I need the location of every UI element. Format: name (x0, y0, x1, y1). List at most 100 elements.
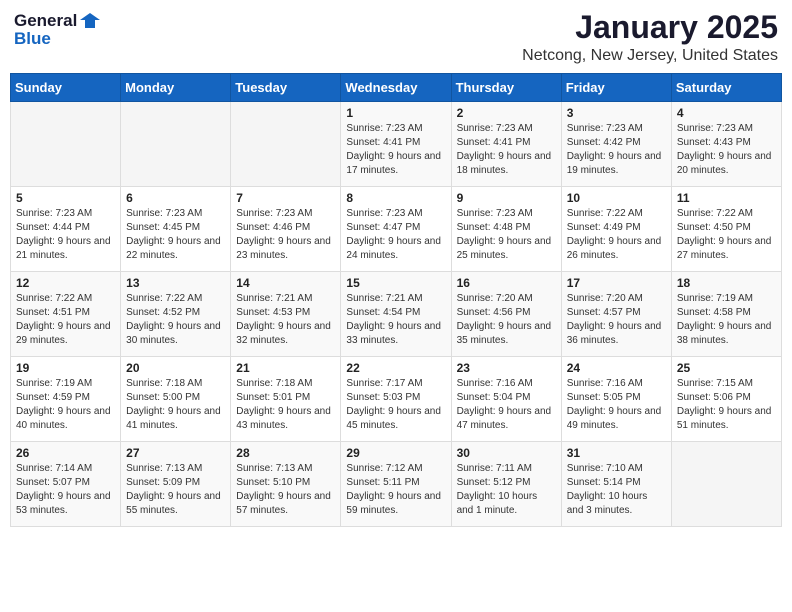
week-row-5: 26 Sunrise: 7:14 AMSunset: 5:07 PMDayligh… (11, 442, 782, 527)
day-number: 23 (457, 361, 556, 375)
day-sun-info: Sunrise: 7:23 AMSunset: 4:42 PMDaylight:… (567, 122, 666, 178)
day-number: 6 (126, 191, 225, 205)
weekday-header-thursday: Thursday (451, 74, 561, 102)
day-sun-info: Sunrise: 7:20 AMSunset: 4:57 PMDaylight:… (567, 292, 666, 348)
day-number: 8 (346, 191, 445, 205)
day-sun-info: Sunrise: 7:23 AMSunset: 4:43 PMDaylight:… (677, 122, 776, 178)
calendar-cell: 21 Sunrise: 7:18 AMSunset: 5:01 PMDayligh… (231, 357, 341, 442)
day-number: 21 (236, 361, 335, 375)
calendar-cell (671, 442, 781, 527)
calendar-cell: 2 Sunrise: 7:23 AMSunset: 4:41 PMDaylight… (451, 102, 561, 187)
calendar-cell: 16 Sunrise: 7:20 AMSunset: 4:56 PMDayligh… (451, 272, 561, 357)
calendar-cell: 27 Sunrise: 7:13 AMSunset: 5:09 PMDayligh… (121, 442, 231, 527)
day-number: 15 (346, 276, 445, 290)
day-number: 12 (16, 276, 115, 290)
calendar-cell (231, 102, 341, 187)
day-number: 14 (236, 276, 335, 290)
calendar-cell: 18 Sunrise: 7:19 AMSunset: 4:58 PMDayligh… (671, 272, 781, 357)
day-sun-info: Sunrise: 7:13 AMSunset: 5:10 PMDaylight:… (236, 462, 335, 518)
day-number: 17 (567, 276, 666, 290)
calendar-cell: 1 Sunrise: 7:23 AMSunset: 4:41 PMDaylight… (341, 102, 451, 187)
day-sun-info: Sunrise: 7:20 AMSunset: 4:56 PMDaylight:… (457, 292, 556, 348)
page-header: General Blue January 2025 Netcong, New J… (10, 10, 782, 65)
day-sun-info: Sunrise: 7:16 AMSunset: 5:05 PMDaylight:… (567, 377, 666, 433)
calendar-cell: 29 Sunrise: 7:12 AMSunset: 5:11 PMDayligh… (341, 442, 451, 527)
day-number: 1 (346, 106, 445, 120)
day-sun-info: Sunrise: 7:19 AMSunset: 4:58 PMDaylight:… (677, 292, 776, 348)
week-row-2: 5Sunrise: 7:23 AMSunset: 4:44 PMDaylight… (11, 187, 782, 272)
day-sun-info: Sunrise: 7:23 AMSunset: 4:47 PMDaylight:… (346, 207, 445, 263)
calendar-cell: 14Sunrise: 7:21 AMSunset: 4:53 PMDayligh… (231, 272, 341, 357)
week-row-3: 12 Sunrise: 7:22 AMSunset: 4:51 PMDayligh… (11, 272, 782, 357)
day-sun-info: Sunrise: 7:23 AMSunset: 4:41 PMDaylight:… (346, 122, 445, 178)
day-number: 28 (236, 446, 335, 460)
calendar-cell: 30Sunrise: 7:11 AMSunset: 5:12 PMDayligh… (451, 442, 561, 527)
day-sun-info: Sunrise: 7:22 AMSunset: 4:49 PMDaylight:… (567, 207, 666, 263)
day-number: 7 (236, 191, 335, 205)
day-sun-info: Sunrise: 7:23 AMSunset: 4:46 PMDaylight:… (236, 207, 335, 263)
day-sun-info: Sunrise: 7:16 AMSunset: 5:04 PMDaylight:… (457, 377, 556, 433)
day-sun-info: Sunrise: 7:10 AMSunset: 5:14 PMDaylight:… (567, 462, 666, 518)
day-number: 16 (457, 276, 556, 290)
calendar-cell: 6 Sunrise: 7:23 AMSunset: 4:45 PMDaylight… (121, 187, 231, 272)
calendar-cell: 24 Sunrise: 7:16 AMSunset: 5:05 PMDayligh… (561, 357, 671, 442)
logo-bird-icon (79, 10, 101, 32)
calendar-cell: 15 Sunrise: 7:21 AMSunset: 4:54 PMDayligh… (341, 272, 451, 357)
calendar-cell: 28 Sunrise: 7:13 AMSunset: 5:10 PMDayligh… (231, 442, 341, 527)
day-number: 29 (346, 446, 445, 460)
day-number: 3 (567, 106, 666, 120)
logo: General Blue (14, 10, 101, 49)
day-sun-info: Sunrise: 7:23 AMSunset: 4:45 PMDaylight:… (126, 207, 225, 263)
calendar-cell: 13Sunrise: 7:22 AMSunset: 4:52 PMDayligh… (121, 272, 231, 357)
calendar-cell: 25Sunrise: 7:15 AMSunset: 5:06 PMDayligh… (671, 357, 781, 442)
weekday-header-row: SundayMondayTuesdayWednesdayThursdayFrid… (11, 74, 782, 102)
day-sun-info: Sunrise: 7:22 AMSunset: 4:52 PMDaylight:… (126, 292, 225, 348)
day-number: 27 (126, 446, 225, 460)
day-sun-info: Sunrise: 7:21 AMSunset: 4:54 PMDaylight:… (346, 292, 445, 348)
day-sun-info: Sunrise: 7:15 AMSunset: 5:06 PMDaylight:… (677, 377, 776, 433)
day-number: 31 (567, 446, 666, 460)
day-number: 26 (16, 446, 115, 460)
calendar-cell: 23 Sunrise: 7:16 AMSunset: 5:04 PMDayligh… (451, 357, 561, 442)
day-number: 22 (346, 361, 445, 375)
calendar-cell: 26 Sunrise: 7:14 AMSunset: 5:07 PMDayligh… (11, 442, 121, 527)
weekday-header-wednesday: Wednesday (341, 74, 451, 102)
day-sun-info: Sunrise: 7:19 AMSunset: 4:59 PMDaylight:… (16, 377, 115, 433)
weekday-header-sunday: Sunday (11, 74, 121, 102)
calendar-cell: 11Sunrise: 7:22 AMSunset: 4:50 PMDayligh… (671, 187, 781, 272)
day-sun-info: Sunrise: 7:12 AMSunset: 5:11 PMDaylight:… (346, 462, 445, 518)
day-sun-info: Sunrise: 7:13 AMSunset: 5:09 PMDaylight:… (126, 462, 225, 518)
calendar-cell: 5Sunrise: 7:23 AMSunset: 4:44 PMDaylight… (11, 187, 121, 272)
day-sun-info: Sunrise: 7:14 AMSunset: 5:07 PMDaylight:… (16, 462, 115, 518)
calendar-title-block: January 2025 Netcong, New Jersey, United… (522, 10, 778, 65)
weekday-header-monday: Monday (121, 74, 231, 102)
day-number: 24 (567, 361, 666, 375)
day-number: 5 (16, 191, 115, 205)
weekday-header-saturday: Saturday (671, 74, 781, 102)
day-number: 18 (677, 276, 776, 290)
day-sun-info: Sunrise: 7:18 AMSunset: 5:00 PMDaylight:… (126, 377, 225, 433)
calendar-table: SundayMondayTuesdayWednesdayThursdayFrid… (10, 73, 782, 527)
day-sun-info: Sunrise: 7:18 AMSunset: 5:01 PMDaylight:… (236, 377, 335, 433)
weekday-header-friday: Friday (561, 74, 671, 102)
day-number: 10 (567, 191, 666, 205)
calendar-cell: 4 Sunrise: 7:23 AMSunset: 4:43 PMDaylight… (671, 102, 781, 187)
week-row-4: 19Sunrise: 7:19 AMSunset: 4:59 PMDayligh… (11, 357, 782, 442)
calendar-cell: 17 Sunrise: 7:20 AMSunset: 4:57 PMDayligh… (561, 272, 671, 357)
calendar-cell (11, 102, 121, 187)
day-number: 4 (677, 106, 776, 120)
calendar-cell: 9Sunrise: 7:23 AMSunset: 4:48 PMDaylight… (451, 187, 561, 272)
calendar-cell: 22Sunrise: 7:17 AMSunset: 5:03 PMDayligh… (341, 357, 451, 442)
calendar-cell: 3 Sunrise: 7:23 AMSunset: 4:42 PMDaylight… (561, 102, 671, 187)
day-number: 2 (457, 106, 556, 120)
calendar-cell: 19Sunrise: 7:19 AMSunset: 4:59 PMDayligh… (11, 357, 121, 442)
day-number: 9 (457, 191, 556, 205)
day-sun-info: Sunrise: 7:22 AMSunset: 4:51 PMDaylight:… (16, 292, 115, 348)
logo-blue-text: Blue (14, 29, 51, 49)
day-number: 11 (677, 191, 776, 205)
calendar-cell (121, 102, 231, 187)
calendar-cell: 31 Sunrise: 7:10 AMSunset: 5:14 PMDayligh… (561, 442, 671, 527)
day-sun-info: Sunrise: 7:23 AMSunset: 4:41 PMDaylight:… (457, 122, 556, 178)
calendar-cell: 10 Sunrise: 7:22 AMSunset: 4:49 PMDayligh… (561, 187, 671, 272)
day-number: 20 (126, 361, 225, 375)
